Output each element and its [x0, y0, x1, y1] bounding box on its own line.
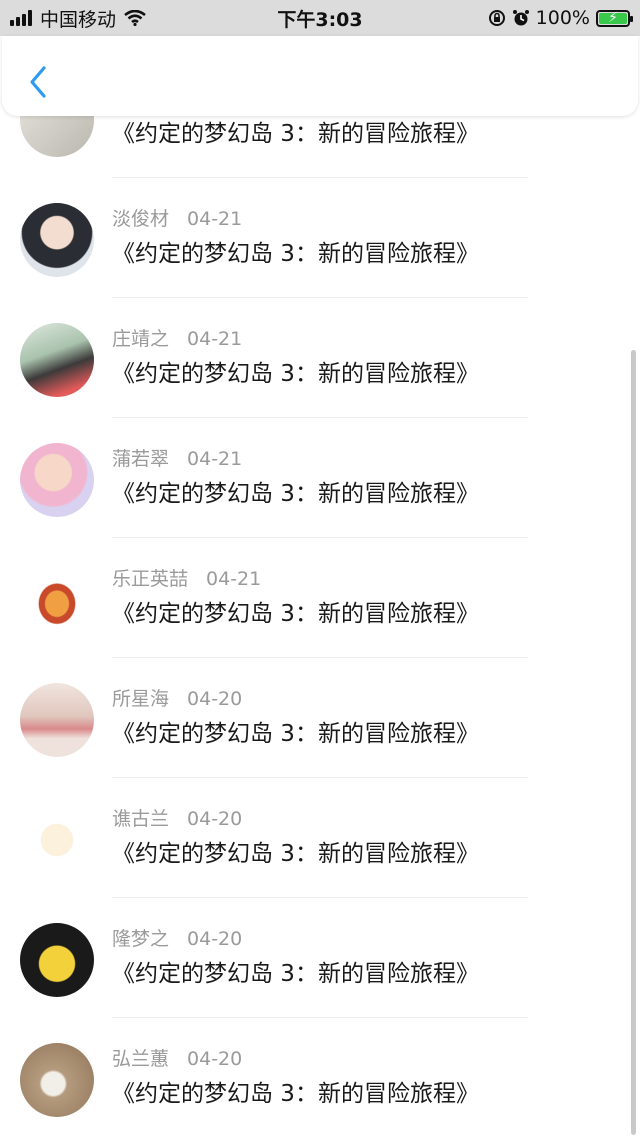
author-line: 谯古兰 04-20 [112, 804, 242, 831]
alarm-icon [512, 10, 529, 26]
post-date: 04-20 [187, 808, 243, 830]
list-item-title: 《约定的梦幻岛 3：新的冒险旅程》 [112, 241, 479, 267]
list-item-title: 《约定的梦幻岛 3：新的冒险旅程》 [112, 961, 479, 987]
post-date: 04-20 [187, 928, 243, 950]
list-item[interactable]: 谯古兰 04-20 《约定的梦幻岛 3：新的冒险旅程》 [0, 778, 640, 898]
list-item[interactable]: 弘兰蕙 04-20 《约定的梦幻岛 3：新的冒险旅程》 [0, 1018, 640, 1138]
post-date: 04-21 [187, 208, 243, 230]
list-item-title: 《约定的梦幻岛 3：新的冒险旅程》 [112, 721, 479, 747]
list-item[interactable]: 蒲若翠 04-21 《约定的梦幻岛 3：新的冒险旅程》 [0, 418, 640, 538]
author-name: 谯古兰 [112, 808, 170, 830]
author-line: 淡俊材 04-21 [112, 204, 242, 231]
post-date: 04-21 [187, 448, 243, 470]
post-date: 04-21 [206, 568, 262, 590]
author-name: 隆梦之 [112, 928, 170, 950]
post-date: 04-21 [187, 328, 243, 350]
list-item[interactable]: 《约定的梦幻岛 3：新的冒险旅程》 [0, 116, 640, 178]
wifi-icon [124, 10, 146, 26]
author-name: 淡俊材 [112, 208, 170, 230]
author-name: 庄靖之 [112, 328, 170, 350]
list-item-title: 《约定的梦幻岛 3：新的冒险旅程》 [112, 1081, 479, 1107]
back-chevron-icon[interactable] [24, 64, 52, 100]
battery-icon: ⚡ [596, 9, 633, 27]
scrollbar[interactable] [631, 350, 636, 1135]
author-line: 所星海 04-20 [112, 684, 242, 711]
avatar [20, 323, 94, 397]
list-item-title: 《约定的梦幻岛 3：新的冒险旅程》 [112, 361, 479, 387]
battery-percent: 100% [535, 7, 590, 29]
author-name: 所星海 [112, 688, 170, 710]
post-date: 04-20 [187, 1048, 243, 1070]
author-line: 乐正英喆 04-21 [112, 564, 261, 591]
avatar [20, 923, 94, 997]
nav-header [2, 36, 638, 116]
list-item[interactable]: 隆梦之 04-20 《约定的梦幻岛 3：新的冒险旅程》 [0, 898, 640, 1018]
list-item[interactable]: 淡俊材 04-21 《约定的梦幻岛 3：新的冒险旅程》 [0, 178, 640, 298]
avatar [20, 683, 94, 757]
comment-list: 《约定的梦幻岛 3：新的冒险旅程》 淡俊材 04-21 《约定的梦幻岛 3：新的冒… [0, 116, 640, 1141]
post-date: 04-20 [187, 688, 243, 710]
status-bar: 中国移动 下午3:03 100% ⚡ [0, 0, 640, 36]
status-right: 100% ⚡ [488, 7, 640, 29]
author-name: 弘兰蕙 [112, 1048, 170, 1070]
author-name: 蒲若翠 [112, 448, 170, 470]
avatar [20, 563, 94, 637]
list-item-title: 《约定的梦幻岛 3：新的冒险旅程》 [112, 481, 479, 507]
list-item[interactable]: 乐正英喆 04-21 《约定的梦幻岛 3：新的冒险旅程》 [0, 538, 640, 658]
carrier-label: 中国移动 [40, 8, 117, 31]
list-item[interactable]: 所星海 04-20 《约定的梦幻岛 3：新的冒险旅程》 [0, 658, 640, 778]
author-line: 庄靖之 04-21 [112, 324, 242, 351]
author-name: 乐正英喆 [112, 568, 189, 590]
author-line: 弘兰蕙 04-20 [112, 1044, 242, 1071]
list-item-title: 《约定的梦幻岛 3：新的冒险旅程》 [112, 601, 479, 627]
avatar [20, 203, 94, 277]
avatar [20, 803, 94, 877]
author-line: 蒲若翠 04-21 [112, 444, 242, 471]
list-item-title: 《约定的梦幻岛 3：新的冒险旅程》 [112, 121, 479, 147]
avatar [20, 1043, 94, 1117]
status-left: 中国移动 [0, 5, 146, 32]
author-line: 隆梦之 04-20 [112, 924, 242, 951]
signal-icon [10, 10, 32, 26]
list-item[interactable]: 庄靖之 04-21 《约定的梦幻岛 3：新的冒险旅程》 [0, 298, 640, 418]
list-item-title: 《约定的梦幻岛 3：新的冒险旅程》 [112, 841, 479, 867]
orientation-lock-icon [488, 10, 505, 26]
avatar [20, 443, 94, 517]
avatar [20, 116, 94, 157]
